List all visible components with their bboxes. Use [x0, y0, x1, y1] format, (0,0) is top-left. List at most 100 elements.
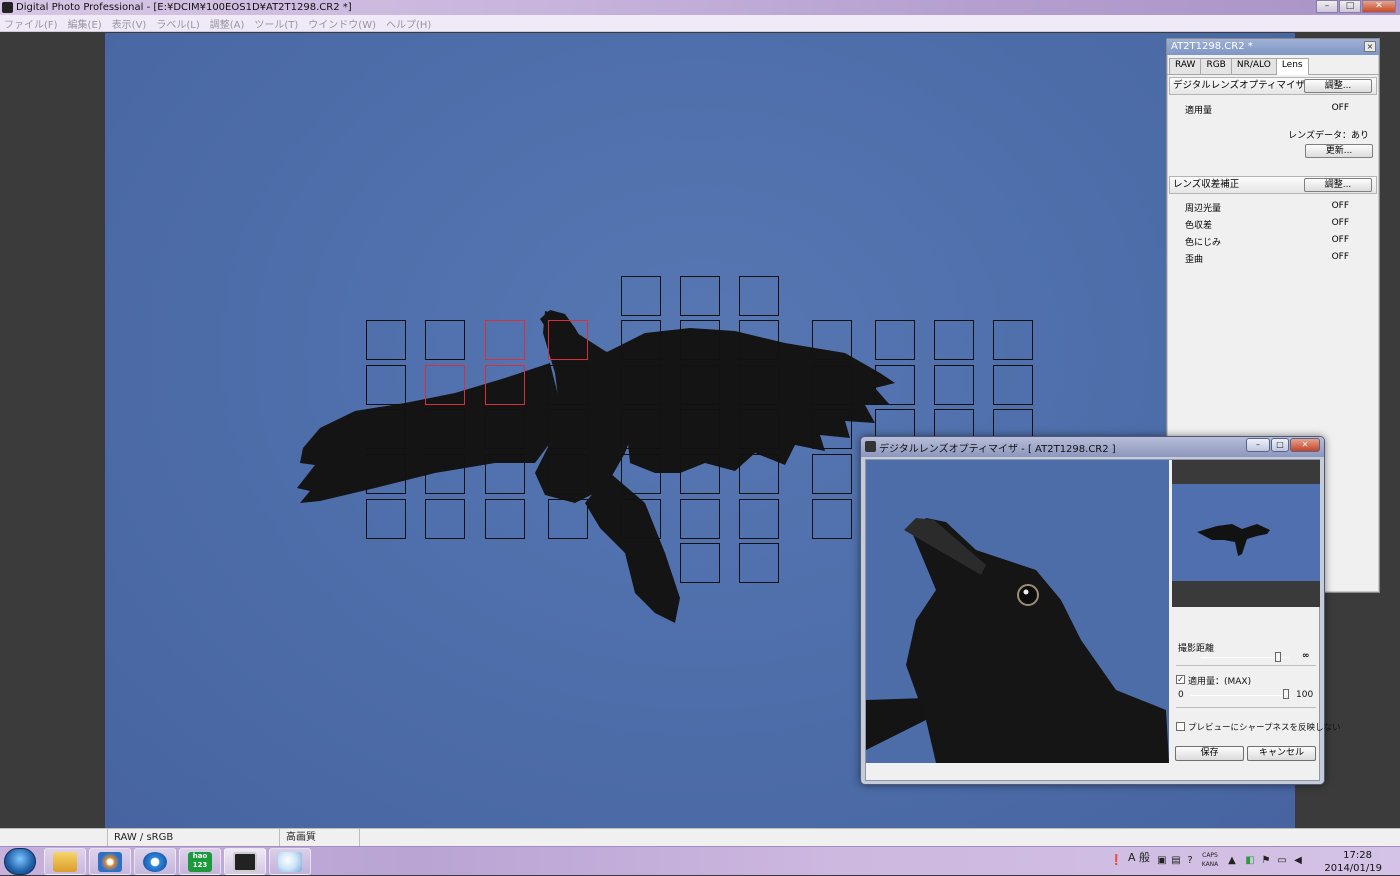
maximize-button[interactable]: □: [1339, 0, 1361, 13]
sharpness-checkbox[interactable]: [1176, 722, 1185, 731]
app-icon: [2, 2, 13, 13]
af-point: [366, 409, 406, 449]
menu-view[interactable]: 表示(V): [112, 16, 147, 31]
menu-help[interactable]: ヘルプ(H): [386, 16, 431, 31]
nvidia-icon[interactable]: ◧: [1244, 855, 1256, 867]
af-point: [680, 365, 720, 405]
explorer-button[interactable]: [44, 848, 86, 875]
af-point: [812, 454, 852, 494]
help-icon[interactable]: ?: [1184, 855, 1196, 867]
paint-icon: [278, 851, 302, 872]
af-point: [621, 365, 661, 405]
tab-lens[interactable]: Lens: [1275, 58, 1309, 75]
distance-slider-thumb[interactable]: [1275, 652, 1281, 662]
minimize-button[interactable]: –: [1316, 0, 1338, 13]
af-point: [425, 320, 465, 360]
af-point: [366, 454, 406, 494]
dlo-maximize-button[interactable]: □: [1271, 438, 1289, 452]
af-point: [485, 409, 525, 449]
lens-data-row: レンズデータ：あり: [1167, 125, 1379, 142]
aberration-row: 周辺光量 OFF: [1167, 198, 1379, 215]
af-point: [548, 454, 588, 494]
menu-tools[interactable]: ツール(T): [254, 16, 298, 31]
af-point: [993, 365, 1033, 405]
menu-adjust[interactable]: 調整(A): [210, 16, 245, 31]
dlo-preview[interactable]: [866, 460, 1169, 763]
amount-checkbox[interactable]: ✓: [1176, 675, 1185, 684]
navigator-thumbnail: [1172, 484, 1320, 581]
dlo-close-button[interactable]: ✕: [1290, 438, 1320, 452]
af-point: [875, 320, 915, 360]
af-point-selected: [425, 365, 465, 405]
af-point: [934, 365, 974, 405]
taskbar: hao 123 ❗ A 般 ▣ ▤ ? CAPS KANA ▲ ◧ ⚑ ▭ ◀ …: [0, 846, 1400, 875]
dlo-adjust-button[interactable]: 調整...: [1304, 79, 1372, 93]
dlo-navigator[interactable]: [1172, 460, 1320, 607]
tab-rgb[interactable]: RGB: [1200, 58, 1232, 74]
af-point: [739, 499, 779, 539]
palette-close-button[interactable]: ×: [1364, 41, 1376, 52]
menu-file[interactable]: ファイル(F): [4, 16, 58, 31]
media-player-button[interactable]: [89, 848, 131, 875]
amount-min-label: 0: [1178, 690, 1184, 700]
close-button[interactable]: ✕: [1362, 0, 1396, 13]
aberration-label: 歪曲: [1185, 255, 1204, 265]
hao123-button[interactable]: hao 123: [179, 848, 221, 875]
af-point: [680, 454, 720, 494]
menu-edit[interactable]: 編集(E): [68, 16, 102, 31]
af-point: [485, 499, 525, 539]
crow-thumbnail: [1197, 524, 1270, 556]
dpp-button[interactable]: [224, 848, 266, 875]
amount-slider-thumb[interactable]: [1283, 689, 1289, 699]
af-point-selected: [548, 320, 588, 360]
ime-indicator[interactable]: A 般: [1124, 852, 1154, 864]
alert-icon[interactable]: ❗: [1110, 855, 1122, 867]
volume-icon[interactable]: ◀: [1292, 855, 1304, 867]
menu-label[interactable]: ラベル(L): [156, 16, 199, 31]
clock-time[interactable]: 17:28: [1343, 850, 1372, 861]
af-point: [485, 454, 525, 494]
save-button[interactable]: 保存: [1175, 746, 1244, 761]
window-titlebar: Digital Photo Professional - [E:¥DCIM¥10…: [0, 0, 1400, 15]
status-bar: RAW / sRGB 高画質: [0, 828, 1400, 847]
amount-slider-track[interactable]: [1191, 695, 1289, 696]
aberration-value: OFF: [1331, 235, 1349, 245]
af-point: [621, 454, 661, 494]
ime-tool-icon[interactable]: ▣: [1156, 855, 1168, 867]
af-point: [366, 365, 406, 405]
af-point: [621, 409, 661, 449]
dlo-minimize-button[interactable]: –: [1246, 438, 1270, 452]
dlo-section-label: デジタルレンズオプティマイザ: [1173, 80, 1306, 91]
palette-title: AT2T1298.CR2 *: [1171, 41, 1253, 52]
app-icon: [865, 441, 876, 452]
update-button[interactable]: 更新...: [1305, 144, 1373, 158]
palette-titlebar: AT2T1298.CR2 * ×: [1167, 39, 1379, 55]
tab-nr-alo[interactable]: NR/ALO: [1230, 58, 1277, 74]
show-hidden-icon[interactable]: ▲: [1226, 855, 1238, 867]
dlo-dialog: デジタルレンズオプティマイザ - [ AT2T1298.CR2 ] – □ ✕ …: [860, 436, 1341, 785]
af-point: [621, 320, 661, 360]
dlo-section-header: デジタルレンズオプティマイザ 調整...: [1169, 77, 1377, 95]
sharpness-checkbox-label: プレビューにシャープネスを反映しない: [1188, 723, 1341, 733]
paint-button[interactable]: [269, 848, 311, 875]
network-icon[interactable]: ▭: [1276, 855, 1288, 867]
dlo-amount-label: 適用量: [1185, 106, 1213, 116]
af-point: [621, 499, 661, 539]
af-point: [739, 320, 779, 360]
cancel-button[interactable]: キャンセル: [1247, 746, 1316, 761]
af-point: [680, 320, 720, 360]
ime-dict-icon[interactable]: ▤: [1170, 855, 1182, 867]
divider: [1176, 707, 1316, 708]
aberration-section-label: レンズ収差補正: [1173, 179, 1240, 190]
menu-window[interactable]: ウインドウ(W): [308, 16, 376, 31]
status-quality: 高画質: [280, 829, 360, 847]
af-point: [548, 365, 588, 405]
tab-raw[interactable]: RAW: [1169, 58, 1202, 74]
dlo-amount-row: 適用量 OFF: [1167, 100, 1379, 117]
aberration-adjust-button[interactable]: 調整...: [1304, 178, 1372, 192]
aberration-row: 歪曲 OFF: [1167, 249, 1379, 266]
ie-button[interactable]: [134, 848, 176, 875]
flag-icon[interactable]: ⚑: [1260, 855, 1272, 867]
start-button[interactable]: [4, 848, 36, 875]
clock-date[interactable]: 2014/01/19: [1324, 863, 1382, 874]
